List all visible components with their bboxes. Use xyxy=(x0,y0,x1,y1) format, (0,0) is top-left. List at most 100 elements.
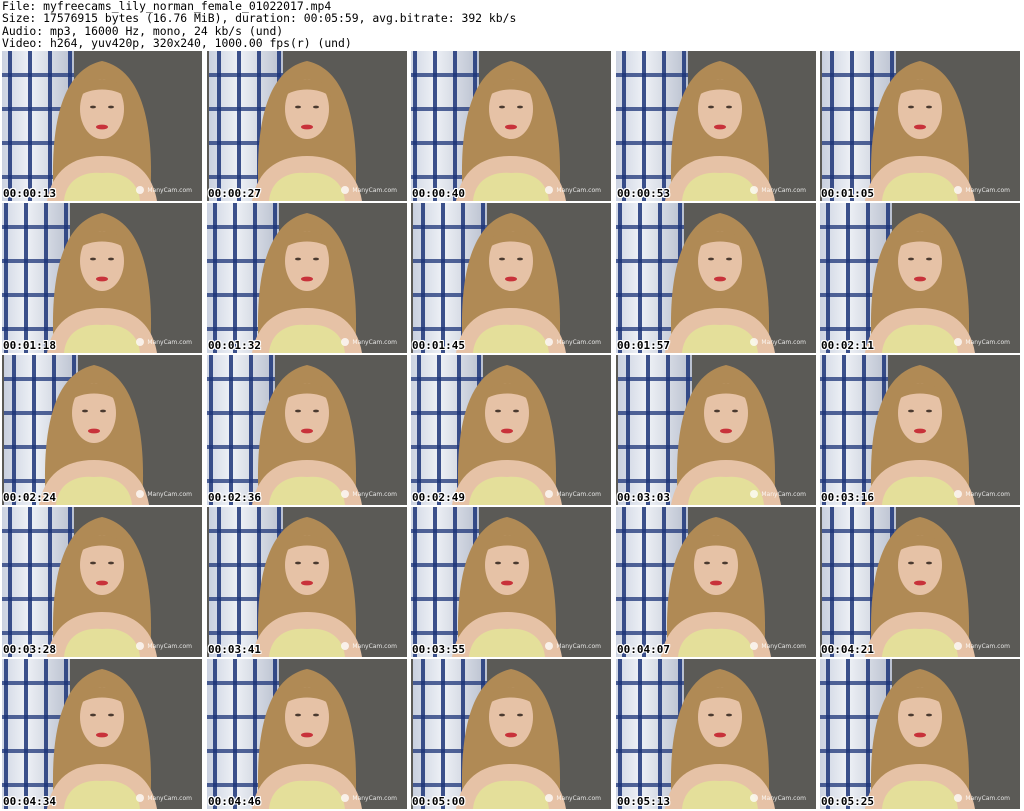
manycam-watermark: ManyCam.com xyxy=(954,490,1010,498)
person-figure xyxy=(665,213,775,353)
video-thumbnail: ManyCam.com 00:00:53 xyxy=(616,51,816,201)
video-thumbnail: ManyCam.com 00:03:41 xyxy=(207,507,407,657)
video-thumbnail: ManyCam.com 00:01:18 xyxy=(2,203,202,353)
timestamp-label: 00:02:49 xyxy=(412,491,465,504)
manycam-logo-icon xyxy=(750,642,759,650)
timestamp-label: 00:00:40 xyxy=(412,187,465,200)
video-thumbnail: ManyCam.com 00:02:24 xyxy=(2,355,202,505)
manycam-logo-icon xyxy=(750,186,759,194)
timestamp-label: 00:00:27 xyxy=(208,187,261,200)
manycam-logo-icon xyxy=(341,338,350,346)
manycam-logo-icon xyxy=(954,794,963,802)
manycam-logo-icon xyxy=(136,338,145,346)
person-figure xyxy=(665,61,775,201)
video-thumbnail: ManyCam.com 00:04:46 xyxy=(207,659,407,809)
manycam-logo-icon xyxy=(954,642,963,650)
timestamp-label: 00:01:32 xyxy=(208,339,261,352)
watermark-text: ManyCam.com xyxy=(556,338,601,346)
video-thumbnail: ManyCam.com 00:03:55 xyxy=(411,507,611,657)
person-figure xyxy=(452,517,562,657)
manycam-watermark: ManyCam.com xyxy=(136,338,192,346)
timestamp-label: 00:03:55 xyxy=(412,643,465,656)
manycam-watermark: ManyCam.com xyxy=(545,338,601,346)
manycam-watermark: ManyCam.com xyxy=(954,186,1010,194)
manycam-logo-icon xyxy=(545,794,554,802)
timestamp-label: 00:02:11 xyxy=(821,339,874,352)
manycam-watermark: ManyCam.com xyxy=(545,490,601,498)
watermark-text: ManyCam.com xyxy=(761,186,806,194)
video-thumbnail: ManyCam.com 00:05:00 xyxy=(411,659,611,809)
watermark-text: ManyCam.com xyxy=(761,338,806,346)
manycam-logo-icon xyxy=(750,794,759,802)
person-figure xyxy=(252,61,362,201)
watermark-text: ManyCam.com xyxy=(556,186,601,194)
video-thumbnail: ManyCam.com 00:00:13 xyxy=(2,51,202,201)
watermark-text: ManyCam.com xyxy=(147,642,192,650)
timestamp-label: 00:01:18 xyxy=(3,339,56,352)
timestamp-label: 00:03:41 xyxy=(208,643,261,656)
timestamp-label: 00:03:16 xyxy=(821,491,874,504)
manycam-logo-icon xyxy=(954,186,963,194)
manycam-watermark: ManyCam.com xyxy=(341,186,397,194)
video-thumbnail: ManyCam.com 00:02:36 xyxy=(207,355,407,505)
manycam-watermark: ManyCam.com xyxy=(954,642,1010,650)
watermark-text: ManyCam.com xyxy=(965,186,1010,194)
person-figure xyxy=(47,213,157,353)
person-figure xyxy=(665,669,775,809)
watermark-text: ManyCam.com xyxy=(761,794,806,802)
video-thumbnail: ManyCam.com 00:01:45 xyxy=(411,203,611,353)
manycam-logo-icon xyxy=(750,338,759,346)
manycam-logo-icon xyxy=(341,490,350,498)
manycam-logo-icon xyxy=(341,794,350,802)
watermark-text: ManyCam.com xyxy=(352,186,397,194)
video-thumbnail: ManyCam.com 00:01:57 xyxy=(616,203,816,353)
manycam-watermark: ManyCam.com xyxy=(136,642,192,650)
manycam-watermark: ManyCam.com xyxy=(954,338,1010,346)
person-figure xyxy=(865,61,975,201)
video-thumbnail: ManyCam.com 00:00:27 xyxy=(207,51,407,201)
person-figure xyxy=(661,517,771,657)
timestamp-label: 00:04:21 xyxy=(821,643,874,656)
manycam-watermark: ManyCam.com xyxy=(750,338,806,346)
manycam-watermark: ManyCam.com xyxy=(136,794,192,802)
manycam-logo-icon xyxy=(341,642,350,650)
video-thumbnail: ManyCam.com 00:05:13 xyxy=(616,659,816,809)
timestamp-label: 00:05:25 xyxy=(821,795,874,808)
person-figure xyxy=(252,213,362,353)
person-figure xyxy=(865,517,975,657)
timestamp-label: 00:02:36 xyxy=(208,491,261,504)
person-figure xyxy=(865,669,975,809)
video-thumbnail: ManyCam.com 00:01:05 xyxy=(820,51,1020,201)
timestamp-label: 00:03:28 xyxy=(3,643,56,656)
timestamp-label: 00:01:45 xyxy=(412,339,465,352)
manycam-watermark: ManyCam.com xyxy=(750,642,806,650)
manycam-watermark: ManyCam.com xyxy=(545,642,601,650)
thumbnail-grid: ManyCam.com 00:00:13 ManyCam.com 00:00:27 Ma… xyxy=(2,51,1022,810)
watermark-text: ManyCam.com xyxy=(352,338,397,346)
manycam-logo-icon xyxy=(954,490,963,498)
size-line: Size: 17576915 bytes (16.76 MiB), durati… xyxy=(2,11,517,26)
watermark-text: ManyCam.com xyxy=(352,490,397,498)
person-figure xyxy=(865,365,975,505)
video-thumbnail: ManyCam.com 00:01:32 xyxy=(207,203,407,353)
manycam-logo-icon xyxy=(136,186,145,194)
watermark-text: ManyCam.com xyxy=(761,490,806,498)
timestamp-label: 00:04:34 xyxy=(3,795,56,808)
manycam-watermark: ManyCam.com xyxy=(341,490,397,498)
watermark-text: ManyCam.com xyxy=(147,490,192,498)
video-thumbnail: ManyCam.com 00:02:11 xyxy=(820,203,1020,353)
person-figure xyxy=(47,669,157,809)
timestamp-label: 00:01:57 xyxy=(617,339,670,352)
watermark-text: ManyCam.com xyxy=(556,642,601,650)
manycam-watermark: ManyCam.com xyxy=(750,794,806,802)
person-figure xyxy=(865,213,975,353)
manycam-watermark: ManyCam.com xyxy=(136,490,192,498)
manycam-logo-icon xyxy=(341,186,350,194)
manycam-watermark: ManyCam.com xyxy=(750,186,806,194)
video-line: Video: h264, yuv420p, 320x240, 1000.00 f… xyxy=(2,35,352,50)
person-figure xyxy=(452,365,562,505)
manycam-logo-icon xyxy=(545,642,554,650)
manycam-logo-icon xyxy=(545,186,554,194)
timestamp-label: 00:02:24 xyxy=(3,491,56,504)
manycam-watermark: ManyCam.com xyxy=(341,338,397,346)
